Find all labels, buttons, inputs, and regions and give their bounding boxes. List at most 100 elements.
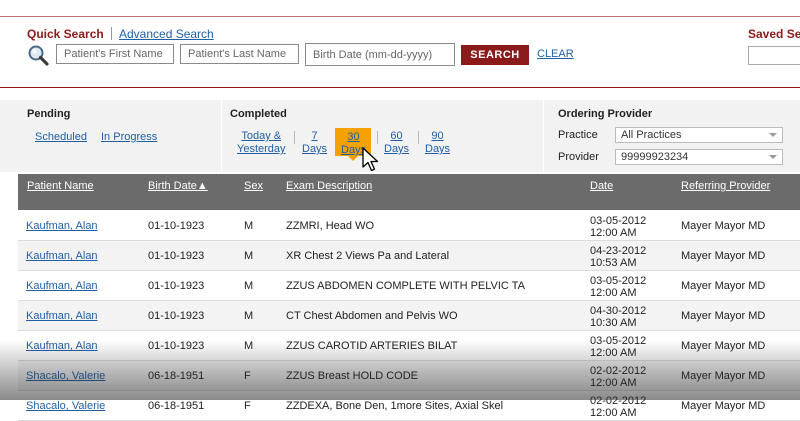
range-60-days-link[interactable]: 60 Days bbox=[384, 130, 409, 156]
table-row: Kaufman, Alan 01-10-1923 M ZZUS ABDOMEN COM… bbox=[18, 271, 800, 301]
cell-referring-provider: Mayer Mayor MD bbox=[681, 310, 766, 322]
cell-time: 12:00 AM bbox=[590, 407, 637, 419]
table-row: Kaufman, Alan 01-10-1923 M ZZMRI, Head WO 03… bbox=[18, 211, 800, 241]
range-today-yesterday-link[interactable]: Today & Yesterday bbox=[237, 130, 286, 156]
cell-time: 12:00 AM bbox=[590, 347, 637, 359]
table-row: Shacalo, Valerie 06-18-1951 F ZZUS Breast H… bbox=[18, 361, 800, 391]
cell-date: 03-05-2012 bbox=[590, 275, 647, 287]
range-90-days-link[interactable]: 90 Days bbox=[425, 130, 450, 156]
table-row: Shacalo, Valerie 06-18-1951 F ZZDEXA, Bone … bbox=[18, 391, 800, 421]
table-row: Kaufman, Alan 01-10-1923 M ZZUS CAROTID ART… bbox=[18, 331, 800, 361]
top-divider bbox=[0, 16, 800, 17]
in-progress-link[interactable]: In Progress bbox=[101, 131, 157, 144]
saved-searches-title: Saved Se bbox=[748, 27, 800, 41]
search-divider bbox=[0, 87, 800, 88]
column-patient-name[interactable]: Patient Name bbox=[27, 180, 94, 192]
range-line: Days bbox=[302, 143, 328, 155]
cell-referring-provider: Mayer Mayor MD bbox=[681, 400, 766, 412]
cell-sex: M bbox=[244, 340, 254, 352]
patient-name-link[interactable]: Shacalo, Valerie bbox=[26, 370, 105, 382]
first-name-input[interactable] bbox=[56, 44, 174, 64]
practice-select[interactable]: All Practices bbox=[615, 127, 783, 143]
patient-name-link[interactable]: Kaufman, Alan bbox=[26, 280, 98, 292]
cell-date: 04-23-2012 bbox=[590, 245, 647, 257]
cell-birth: 01-10-1923 bbox=[148, 310, 205, 322]
cell-birth: 01-10-1923 bbox=[148, 250, 205, 262]
range-line: Today & bbox=[241, 130, 282, 142]
chevron-down-icon bbox=[769, 133, 777, 137]
cell-referring-provider: Mayer Mayor MD bbox=[681, 250, 766, 262]
range-line: 60 bbox=[390, 130, 403, 142]
range-line: Days bbox=[384, 143, 410, 155]
column-birth-date[interactable]: Birth Date▲ bbox=[148, 180, 208, 192]
cell-date: 02-02-2012 bbox=[590, 365, 647, 377]
range-separator bbox=[418, 131, 419, 144]
cell-sex: M bbox=[244, 280, 254, 292]
practice-select-value: All Practices bbox=[621, 129, 682, 141]
chevron-down-icon bbox=[769, 155, 777, 159]
cell-exam: ZZDEXA, Bone Den, 1more Sites, Axial Ske… bbox=[286, 400, 504, 412]
cell-referring-provider: Mayer Mayor MD bbox=[681, 370, 766, 382]
cell-date: 03-05-2012 bbox=[590, 335, 647, 347]
last-name-input[interactable] bbox=[180, 44, 299, 64]
range-separator bbox=[377, 131, 378, 144]
range-7-days-link[interactable]: 7 Days bbox=[302, 130, 327, 156]
cell-referring-provider: Mayer Mayor MD bbox=[681, 220, 766, 232]
column-exam-description[interactable]: Exam Description bbox=[286, 180, 372, 192]
provider-select[interactable]: 99999923234 bbox=[615, 149, 783, 165]
cell-exam: XR Chest 2 Views Pa and Lateral bbox=[286, 250, 450, 262]
patient-name-link[interactable]: Kaufman, Alan bbox=[26, 340, 98, 352]
cell-date: 04-30-2012 bbox=[590, 305, 647, 317]
table-row: Kaufman, Alan 01-10-1923 M CT Chest Abdomen… bbox=[18, 301, 800, 331]
cell-birth: 01-10-1923 bbox=[148, 220, 205, 232]
filter-separator bbox=[221, 100, 222, 172]
cell-exam: ZZUS CAROTID ARTERIES BILAT bbox=[286, 340, 458, 352]
cell-birth: 06-18-1951 bbox=[148, 400, 205, 412]
ordering-provider-heading: Ordering Provider bbox=[558, 108, 653, 120]
provider-select-value: 99999923234 bbox=[621, 151, 689, 163]
clear-link[interactable]: CLEAR bbox=[537, 48, 574, 60]
pending-heading: Pending bbox=[27, 108, 71, 120]
cell-time: 10:53 AM bbox=[590, 257, 637, 269]
advanced-search-link[interactable]: Advanced Search bbox=[119, 27, 214, 41]
table-row: Kaufman, Alan 01-10-1923 M XR Chest 2 Views… bbox=[18, 241, 800, 271]
cell-time: 10:30 AM bbox=[590, 317, 637, 329]
column-referring-provider[interactable]: Referring Provider bbox=[681, 180, 770, 192]
cell-date: 02-02-2012 bbox=[590, 395, 647, 407]
range-line: 30 bbox=[347, 131, 360, 143]
saved-searches-select[interactable] bbox=[748, 46, 800, 65]
column-sex[interactable]: Sex bbox=[244, 180, 263, 192]
cell-time: 12:00 AM bbox=[590, 377, 637, 389]
arrow-cursor-icon bbox=[362, 147, 379, 172]
cell-birth: 01-10-1923 bbox=[148, 280, 205, 292]
range-line: Days bbox=[425, 143, 451, 155]
quick-search-title: Quick Search bbox=[27, 27, 104, 41]
magnifier-icon bbox=[28, 45, 49, 66]
practice-label: Practice bbox=[558, 129, 598, 141]
cell-birth: 01-10-1923 bbox=[148, 340, 205, 352]
patient-name-link[interactable]: Shacalo, Valerie bbox=[26, 400, 105, 412]
title-separator bbox=[111, 27, 112, 40]
cell-referring-provider: Mayer Mayor MD bbox=[681, 340, 766, 352]
cell-time: 12:00 AM bbox=[590, 227, 637, 239]
scheduled-link[interactable]: Scheduled bbox=[35, 131, 87, 144]
range-line: Yesterday bbox=[237, 143, 286, 155]
patient-name-link[interactable]: Kaufman, Alan bbox=[26, 250, 98, 262]
search-button[interactable]: SEARCH bbox=[461, 45, 529, 65]
cell-exam: ZZUS Breast HOLD CODE bbox=[286, 370, 419, 382]
birth-date-input[interactable] bbox=[305, 43, 455, 66]
cell-exam: CT Chest Abdomen and Pelvis WO bbox=[286, 310, 458, 322]
patient-name-link[interactable]: Kaufman, Alan bbox=[26, 310, 98, 322]
column-date[interactable]: Date bbox=[590, 180, 613, 192]
patient-name-link[interactable]: Kaufman, Alan bbox=[26, 220, 98, 232]
provider-label: Provider bbox=[558, 151, 599, 163]
cell-exam: ZZMRI, Head WO bbox=[286, 220, 375, 232]
filter-separator bbox=[543, 100, 544, 172]
cell-referring-provider: Mayer Mayor MD bbox=[681, 280, 766, 292]
cell-exam: ZZUS ABDOMEN COMPLETE WITH PELVIC TA bbox=[286, 280, 525, 292]
cell-sex: M bbox=[244, 250, 254, 262]
cell-sex: M bbox=[244, 310, 254, 322]
range-separator bbox=[294, 131, 295, 144]
cell-date: 03-05-2012 bbox=[590, 215, 647, 227]
range-line: 7 bbox=[311, 130, 318, 142]
